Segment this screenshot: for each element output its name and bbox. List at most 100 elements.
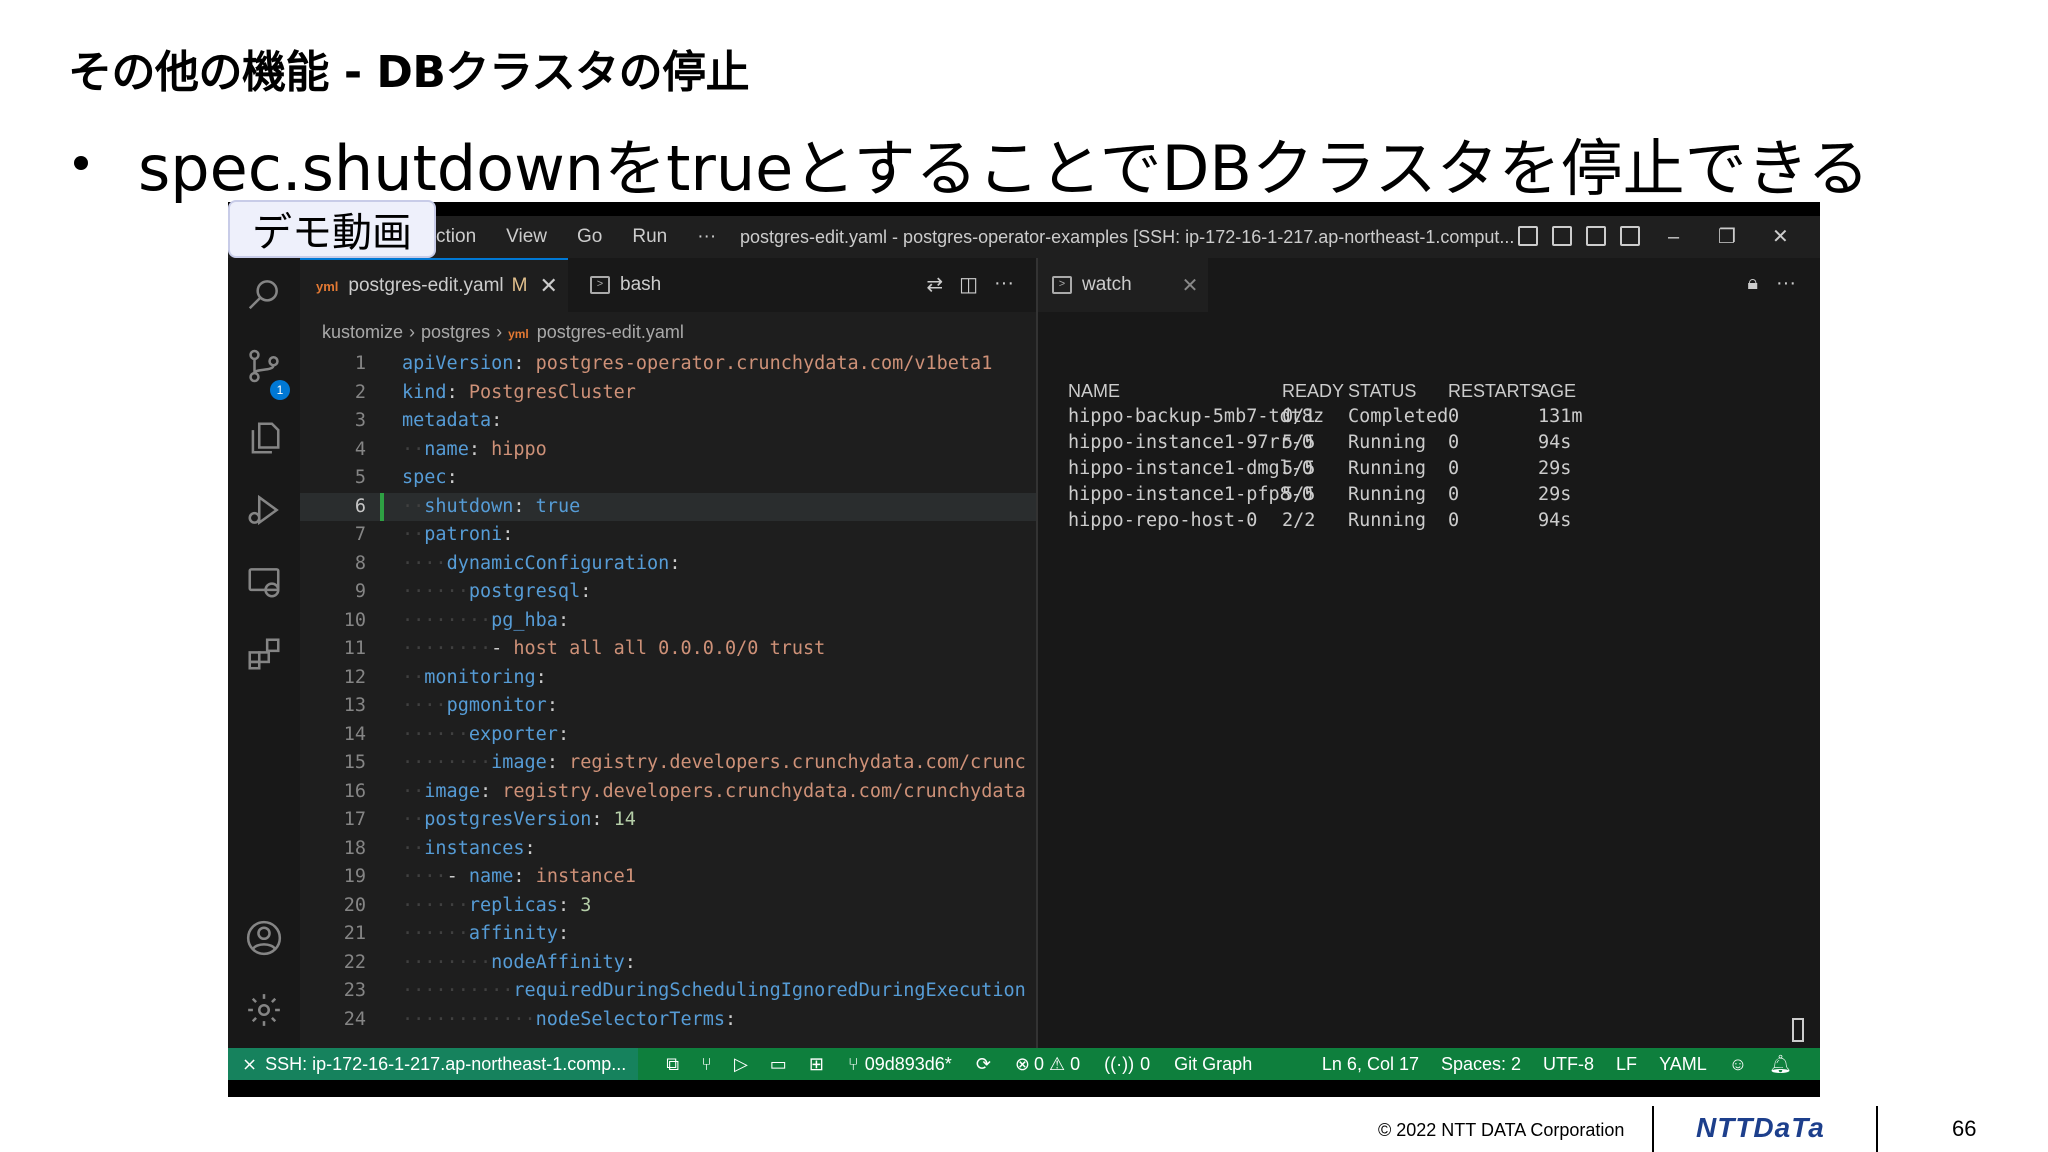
code-line[interactable]: 19 ····- name: instance1	[300, 863, 1036, 892]
ports-label: 0	[1140, 1053, 1151, 1074]
feedback-icon[interactable]: ☺	[1729, 1054, 1747, 1075]
line-number: 22	[343, 951, 366, 973]
run-status-icon[interactable]: ▷	[734, 1054, 748, 1075]
sync-icon[interactable]: ⟳	[976, 1054, 991, 1075]
extensions-icon[interactable]	[244, 634, 284, 674]
code-line[interactable]: 3 metadata:	[300, 407, 1036, 436]
code-token: ··	[402, 495, 425, 517]
restore-button[interactable]: ❐	[1718, 216, 1736, 258]
source-control-status-icon[interactable]: ⑂	[701, 1054, 712, 1075]
customize-layout-icon[interactable]	[1620, 226, 1640, 246]
code-line[interactable]: 11 ········- host all all 0.0.0.0/0 trust	[300, 635, 1036, 664]
explorer-icon[interactable]	[244, 418, 284, 458]
problems-indicator[interactable]: ⊗ 0 ⚠ 0	[1015, 1054, 1080, 1075]
code-line[interactable]: 9 ······postgresql:	[300, 578, 1036, 607]
terminal-icon: >	[1052, 276, 1072, 294]
menu-view[interactable]: View	[506, 226, 547, 248]
code-token: nodeAffinity	[491, 951, 625, 973]
code-line[interactable]: 16 ··image: registry.developers.crunchyda…	[300, 778, 1036, 807]
tab-label: bash	[620, 274, 662, 295]
account-icon[interactable]	[244, 918, 284, 958]
more-actions-icon[interactable]: ···	[1776, 272, 1796, 295]
extensions-status-icon[interactable]: ⊞	[809, 1054, 824, 1075]
breadcrumb-item[interactable]: postgres-edit.yaml	[537, 322, 684, 342]
close-tab-button[interactable]: ✕	[539, 273, 557, 299]
code-line[interactable]: 17 ··postgresVersion: 14	[300, 806, 1036, 835]
code-token: ········	[402, 951, 492, 973]
remote-indicator[interactable]: ⨯ SSH: ip-172-16-1-217.ap-northeast-1.co…	[228, 1048, 639, 1080]
editor-group: yml postgres-edit.yaml M ✕ > bash ⇄ ◫ ··…	[300, 258, 1104, 1048]
code-line[interactable]: 13 ····pgmonitor:	[300, 692, 1036, 721]
more-actions-icon[interactable]: ···	[994, 272, 1014, 297]
line-number: 24	[343, 1008, 366, 1030]
pod-ready: 5/5	[1282, 432, 1316, 453]
tab-watch[interactable]: > watch ✕	[1038, 258, 1208, 312]
encoding[interactable]: UTF-8	[1543, 1054, 1594, 1075]
lock-icon[interactable]: 🔒︎	[1747, 272, 1758, 295]
code-line[interactable]: 22 ········nodeAffinity:	[300, 949, 1036, 978]
pod-restarts: 0	[1448, 484, 1460, 505]
code-editor[interactable]: 1 apiVersion: postgres-operator.crunchyda…	[300, 350, 1036, 1034]
code-token: ········	[402, 609, 492, 631]
copy-icon[interactable]: ⧉	[666, 1054, 679, 1075]
code-line[interactable]: 12 ··monitoring:	[300, 664, 1036, 693]
toggle-secondary-sidebar-icon[interactable]	[1586, 226, 1606, 246]
menu-go[interactable]: Go	[577, 226, 602, 248]
code-line[interactable]: 8 ····dynamicConfiguration:	[300, 550, 1036, 579]
code-line[interactable]: 24 ············nodeSelectorTerms:	[300, 1006, 1036, 1035]
pod-restarts: 0	[1448, 510, 1460, 531]
indentation[interactable]: Spaces: 2	[1441, 1054, 1521, 1075]
code-line[interactable]: 20 ······replicas: 3	[300, 892, 1036, 921]
git-branch[interactable]: ⑂ 09d893d6*	[848, 1054, 952, 1075]
status-icons: ⧉ ⑂ ▷ ▭ ⊞	[666, 1054, 824, 1075]
error-icon: ⊗	[1014, 1053, 1030, 1074]
code-line[interactable]: 23 ··········requiredDuringSchedulingIgno…	[300, 977, 1036, 1006]
language-mode[interactable]: YAML	[1659, 1054, 1707, 1075]
menu-selection[interactable]: ction	[436, 226, 476, 248]
code-token: 14	[613, 809, 636, 830]
code-line[interactable]: 7 ··patroni:	[300, 521, 1036, 550]
git-graph-button[interactable]: Git Graph	[1174, 1054, 1252, 1075]
code-line[interactable]: 2 kind: PostgresCluster	[300, 379, 1036, 408]
window-bottom-strip	[228, 1080, 1820, 1097]
remote-status-icon[interactable]: ▭	[770, 1054, 787, 1075]
pod-restarts: 0	[1448, 406, 1460, 427]
code-token: image	[424, 780, 480, 802]
code-line[interactable]: 10 ········pg_hba:	[300, 607, 1036, 636]
tab-bash[interactable]: > bash	[580, 258, 740, 312]
code-line[interactable]: 4 ··name: hippo	[300, 436, 1036, 465]
window-title: postgres-edit.yaml - postgres-operator-e…	[740, 227, 1515, 247]
cursor-position[interactable]: Ln 6, Col 17	[1322, 1054, 1419, 1075]
end-of-line[interactable]: LF	[1616, 1054, 1637, 1075]
run-debug-icon[interactable]	[244, 490, 284, 530]
notifications-bell-icon[interactable]: 🔔︎	[1769, 1054, 1792, 1075]
code-line[interactable]: 15 ········image: registry.developers.cru…	[300, 749, 1036, 778]
pod-name: hippo-instance1-dmgl-0	[1068, 458, 1314, 479]
code-line[interactable]: 1 apiVersion: postgres-operator.crunchyda…	[300, 350, 1036, 379]
line-text: ····pgmonitor:	[402, 692, 558, 721]
menu-run[interactable]: Run	[632, 226, 667, 248]
code-line[interactable]: 21 ······affinity:	[300, 920, 1036, 949]
breadcrumb-item[interactable]: kustomize	[322, 322, 403, 342]
code-line[interactable]: 14 ······exporter:	[300, 721, 1036, 750]
close-window-button[interactable]: ✕	[1772, 216, 1789, 258]
search-icon[interactable]	[244, 274, 284, 314]
open-changes-icon[interactable]: ⇄	[926, 272, 943, 297]
editor-tab-bar: yml postgres-edit.yaml M ✕ > bash ⇄ ◫ ··…	[300, 258, 1036, 312]
menu-more[interactable]: ···	[697, 226, 716, 248]
line-text: ··postgresVersion: 14	[402, 806, 636, 835]
ports-indicator[interactable]: ((·)) 0	[1104, 1054, 1150, 1075]
close-tab-button[interactable]: ✕	[1182, 273, 1199, 298]
breadcrumb-item[interactable]: postgres	[421, 322, 490, 342]
remote-explorer-icon[interactable]	[244, 562, 284, 602]
code-line[interactable]: 6 ··shutdown: true	[300, 492, 1036, 521]
toggle-primary-sidebar-icon[interactable]	[1518, 226, 1538, 246]
code-line[interactable]: 18 ··instances:	[300, 835, 1036, 864]
minimize-button[interactable]: –	[1668, 216, 1679, 258]
toggle-panel-icon[interactable]	[1552, 226, 1572, 246]
code-line[interactable]: 5 spec:	[300, 464, 1036, 493]
line-number: 1	[354, 353, 366, 374]
split-editor-icon[interactable]: ◫	[959, 272, 978, 297]
tab-postgres-edit-yaml[interactable]: yml postgres-edit.yaml M ✕	[300, 258, 568, 312]
settings-gear-icon[interactable]	[244, 990, 284, 1030]
